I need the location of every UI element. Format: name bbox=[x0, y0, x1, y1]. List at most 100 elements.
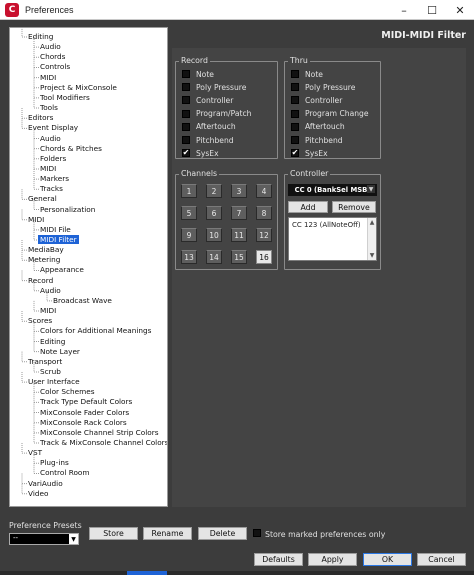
tree-item[interactable]: MIDI File bbox=[40, 225, 71, 235]
tree-item[interactable]: Editors bbox=[28, 113, 53, 123]
tree-item[interactable]: Transport bbox=[28, 357, 62, 367]
tree-item[interactable]: MixConsole Rack Colors bbox=[40, 418, 127, 428]
record-checkbox[interactable] bbox=[182, 122, 190, 131]
scroll-up-icon[interactable]: ▲ bbox=[368, 218, 376, 227]
tree-item[interactable]: Project & MixConsole bbox=[40, 83, 117, 93]
channel-button[interactable]: 11 bbox=[231, 228, 247, 242]
tree-item[interactable]: Tools bbox=[40, 103, 58, 113]
controller-list-item[interactable]: CC 123 (AllNoteOff) bbox=[292, 221, 361, 229]
record-filter-row[interactable]: ✔ SysEx bbox=[182, 147, 219, 159]
rename-preset-button[interactable]: Rename bbox=[143, 527, 192, 540]
tree-item[interactable]: Plug-ins bbox=[40, 458, 69, 468]
tree-item[interactable]: Personalization bbox=[40, 205, 95, 215]
thru-checkbox[interactable]: ✔ bbox=[291, 149, 299, 158]
tree-item[interactable]: Control Room bbox=[40, 468, 89, 478]
thru-checkbox[interactable] bbox=[291, 96, 299, 105]
thru-checkbox[interactable] bbox=[291, 109, 299, 118]
tree-item[interactable]: Audio bbox=[40, 42, 61, 52]
apply-button[interactable]: Apply bbox=[308, 553, 357, 566]
tree-item[interactable]: Editing bbox=[40, 337, 65, 347]
tree-item[interactable]: Markers bbox=[40, 174, 69, 184]
controller-list[interactable]: CC 123 (AllNoteOff) ▲ ▼ bbox=[288, 217, 377, 261]
maximize-button[interactable]: ☐ bbox=[418, 0, 446, 20]
record-checkbox[interactable] bbox=[182, 109, 190, 118]
delete-preset-button[interactable]: Delete bbox=[198, 527, 247, 540]
tree-item[interactable]: Scores bbox=[28, 316, 52, 326]
tree-item[interactable]: MIDI bbox=[40, 73, 56, 83]
tree-item[interactable]: Broadcast Wave bbox=[53, 296, 112, 306]
tree-item[interactable]: MIDI Filter bbox=[38, 235, 79, 245]
close-button[interactable]: ✕ bbox=[446, 0, 474, 20]
thru-filter-row[interactable]: ✔ SysEx bbox=[291, 147, 328, 159]
tree-item[interactable]: Note Layer bbox=[40, 347, 80, 357]
channel-button[interactable]: 12 bbox=[256, 228, 272, 242]
tree-item[interactable]: MIDI bbox=[40, 164, 56, 174]
record-checkbox[interactable] bbox=[182, 96, 190, 105]
record-checkbox[interactable]: ✔ bbox=[182, 149, 190, 158]
tree-item[interactable]: Metering bbox=[28, 255, 60, 265]
channel-button[interactable]: 8 bbox=[256, 206, 272, 220]
cancel-button[interactable]: Cancel bbox=[417, 553, 466, 566]
controller-select[interactable]: CC 0 (BankSel MSB) ▼ bbox=[288, 184, 377, 196]
record-checkbox[interactable] bbox=[182, 70, 190, 78]
tree-item[interactable]: MIDI bbox=[40, 306, 56, 316]
channel-button[interactable]: 7 bbox=[231, 206, 247, 220]
record-filter-row[interactable]: Pitchbend bbox=[182, 134, 234, 146]
tree-item[interactable]: Track & MixConsole Channel Colors bbox=[40, 438, 167, 448]
tree-item[interactable]: Track Type Default Colors bbox=[40, 397, 132, 407]
record-filter-row[interactable]: Note bbox=[182, 68, 214, 80]
record-filter-row[interactable]: Poly Pressure bbox=[182, 81, 246, 93]
channel-button[interactable]: 10 bbox=[206, 228, 222, 242]
thru-filter-row[interactable]: Controller bbox=[291, 94, 342, 106]
tree-item[interactable]: Event Display bbox=[28, 123, 78, 133]
preferences-tree[interactable]: Editing Audio Chords Controls MIDI Project & … bbox=[9, 27, 168, 507]
tree-item[interactable]: Color Schemes bbox=[40, 387, 95, 397]
store-preset-button[interactable]: Store bbox=[89, 527, 138, 540]
tree-item[interactable]: Record bbox=[28, 276, 53, 286]
record-filter-row[interactable]: Controller bbox=[182, 94, 233, 106]
tree-item[interactable]: Video bbox=[28, 489, 48, 499]
tree-item[interactable]: Tool Modifiers bbox=[40, 93, 90, 103]
channel-button[interactable]: 15 bbox=[231, 250, 247, 264]
tree-item[interactable]: Chords & Pitches bbox=[40, 144, 102, 154]
store-marked-checkbox[interactable] bbox=[253, 529, 261, 537]
channel-button[interactable]: 5 bbox=[181, 206, 197, 220]
tree-item[interactable]: User Interface bbox=[28, 377, 80, 387]
tree-item[interactable]: MediaBay bbox=[28, 245, 64, 255]
controller-list-scrollbar[interactable]: ▲ ▼ bbox=[367, 218, 376, 260]
thru-checkbox[interactable] bbox=[291, 122, 299, 131]
channel-button[interactable]: 9 bbox=[181, 228, 197, 242]
thru-filter-row[interactable]: Program Change bbox=[291, 108, 369, 120]
tree-item[interactable]: VST bbox=[28, 448, 42, 458]
tree-item[interactable]: VariAudio bbox=[28, 479, 63, 489]
channel-button[interactable]: 6 bbox=[206, 206, 222, 220]
thru-filter-row[interactable]: Pitchbend bbox=[291, 134, 343, 146]
thru-checkbox[interactable] bbox=[291, 83, 299, 92]
tree-item[interactable]: Chords bbox=[40, 52, 66, 62]
thru-filter-row[interactable]: Aftertouch bbox=[291, 121, 345, 133]
channel-button[interactable]: 1 bbox=[181, 184, 197, 198]
channel-button[interactable]: 4 bbox=[256, 184, 272, 198]
tree-item[interactable]: General bbox=[28, 194, 57, 204]
tree-item[interactable]: Audio bbox=[40, 134, 61, 144]
record-checkbox[interactable] bbox=[182, 83, 190, 92]
defaults-button[interactable]: Defaults bbox=[254, 553, 303, 566]
tree-item[interactable]: Controls bbox=[40, 62, 70, 72]
remove-controller-button[interactable]: Remove bbox=[332, 201, 376, 213]
thru-checkbox[interactable] bbox=[291, 136, 299, 144]
record-filter-row[interactable]: Program/Patch bbox=[182, 108, 251, 120]
tree-item[interactable]: Scrub bbox=[40, 367, 61, 377]
ok-button[interactable]: OK bbox=[363, 553, 412, 566]
thru-filter-row[interactable]: Note bbox=[291, 68, 323, 80]
tree-item[interactable]: Appearance bbox=[40, 265, 84, 275]
tree-item[interactable]: Editing bbox=[28, 32, 53, 42]
tree-item[interactable]: Folders bbox=[40, 154, 66, 164]
channel-button[interactable]: 14 bbox=[206, 250, 222, 264]
thru-filter-row[interactable]: Poly Pressure bbox=[291, 81, 355, 93]
record-filter-row[interactable]: Aftertouch bbox=[182, 121, 236, 133]
tree-item[interactable]: MIDI bbox=[28, 215, 44, 225]
channel-button[interactable]: 13 bbox=[181, 250, 197, 264]
tree-item[interactable]: Audio bbox=[40, 286, 61, 296]
add-controller-button[interactable]: Add bbox=[288, 201, 328, 213]
tree-item[interactable]: MixConsole Channel Strip Colors bbox=[40, 428, 159, 438]
